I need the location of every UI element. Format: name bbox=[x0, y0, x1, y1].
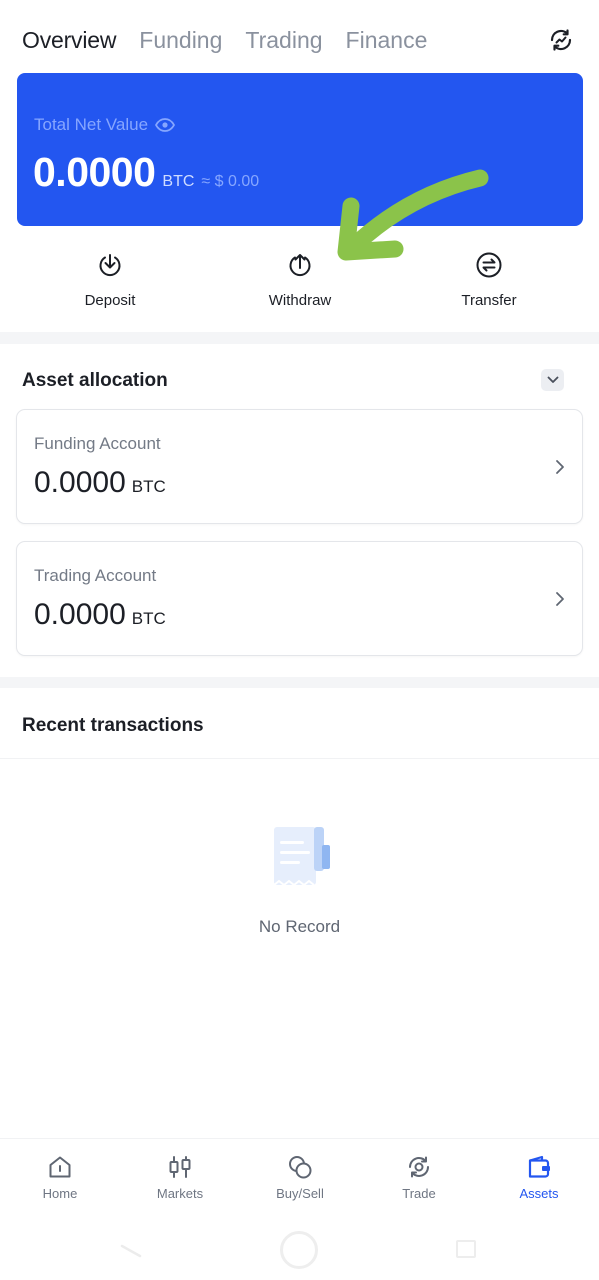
nav-assets[interactable]: Assets bbox=[489, 1153, 589, 1201]
tab-trading[interactable]: Trading bbox=[245, 27, 322, 54]
nav-assets-label: Assets bbox=[519, 1186, 559, 1201]
chevron-right-icon bbox=[552, 588, 568, 610]
withdraw-button[interactable]: Withdraw bbox=[240, 250, 360, 309]
transfer-icon bbox=[474, 250, 504, 280]
net-value-label: Total Net Value bbox=[34, 115, 149, 134]
nav-trade[interactable]: Trade bbox=[369, 1153, 469, 1201]
account-value: 0.0000 bbox=[34, 466, 126, 499]
transfer-button[interactable]: Transfer bbox=[429, 250, 549, 309]
quick-actions: Deposit Withdraw Transfer bbox=[0, 250, 599, 314]
section-divider bbox=[0, 332, 599, 344]
net-value-row: 0.0000 BTC ≈ $ 0.00 bbox=[33, 149, 259, 196]
net-value-unit: BTC bbox=[162, 173, 195, 190]
recent-transactions-title: Recent transactions bbox=[22, 715, 204, 736]
net-value-label-row: Total Net Value bbox=[34, 115, 176, 135]
chart-cycle-icon bbox=[550, 29, 572, 51]
chevron-right-icon bbox=[552, 456, 568, 478]
wallet-icon bbox=[525, 1153, 553, 1181]
back-icon[interactable] bbox=[120, 1244, 142, 1258]
asset-allocation-title: Asset allocation bbox=[22, 370, 168, 391]
eye-icon[interactable] bbox=[155, 118, 176, 132]
top-tabs: Overview Funding Trading Finance bbox=[22, 22, 577, 58]
deposit-button[interactable]: Deposit bbox=[50, 250, 170, 309]
account-unit: BTC bbox=[131, 609, 166, 628]
account-value-row: 0.0000 BTC bbox=[34, 466, 166, 500]
nav-trade-label: Trade bbox=[402, 1186, 436, 1201]
account-name: Funding Account bbox=[34, 434, 161, 453]
tab-overview[interactable]: Overview bbox=[22, 27, 116, 54]
account-name: Trading Account bbox=[34, 566, 157, 585]
bottom-nav: Home Markets Buy/Sell Trade Assets bbox=[0, 1138, 599, 1210]
trading-account-card[interactable]: Trading Account 0.0000 BTC bbox=[16, 541, 583, 656]
funding-account-card[interactable]: Funding Account 0.0000 BTC bbox=[16, 409, 583, 524]
nav-markets-label: Markets bbox=[156, 1186, 204, 1201]
divider bbox=[0, 758, 599, 759]
account-value-row: 0.0000 BTC bbox=[34, 598, 166, 632]
pnl-history-button[interactable] bbox=[545, 24, 577, 56]
transfer-label: Transfer bbox=[461, 292, 517, 309]
trade-cycle-icon bbox=[405, 1153, 433, 1181]
withdraw-label: Withdraw bbox=[268, 292, 332, 309]
empty-state-text: No Record bbox=[258, 917, 341, 936]
coins-icon bbox=[286, 1153, 314, 1181]
nav-markets[interactable]: Markets bbox=[130, 1153, 230, 1201]
nav-home[interactable]: Home bbox=[10, 1153, 110, 1201]
net-value-fiat: ≈ $ 0.00 bbox=[201, 173, 260, 190]
tab-funding[interactable]: Funding bbox=[139, 27, 222, 54]
net-value-amount: 0.0000 bbox=[33, 149, 156, 195]
account-unit: BTC bbox=[131, 477, 166, 496]
nav-buy-sell-label: Buy/Sell bbox=[276, 1186, 324, 1201]
download-icon bbox=[95, 250, 125, 280]
tab-finance[interactable]: Finance bbox=[346, 27, 428, 54]
recent-apps-icon[interactable] bbox=[456, 1240, 476, 1258]
collapse-button[interactable] bbox=[541, 369, 564, 391]
home-circle-icon[interactable] bbox=[280, 1231, 318, 1269]
account-value: 0.0000 bbox=[34, 598, 126, 631]
empty-receipt-icon bbox=[273, 827, 330, 887]
chevron-down-icon bbox=[547, 376, 558, 383]
candlestick-icon bbox=[166, 1153, 194, 1181]
upload-icon bbox=[285, 250, 315, 280]
section-divider bbox=[0, 677, 599, 688]
nav-buy-sell[interactable]: Buy/Sell bbox=[250, 1153, 350, 1201]
net-value-card: Total Net Value 0.0000 BTC ≈ $ 0.00 bbox=[17, 73, 583, 226]
system-nav-bar bbox=[0, 1212, 599, 1280]
deposit-label: Deposit bbox=[84, 292, 136, 309]
nav-home-label: Home bbox=[42, 1186, 78, 1201]
home-icon bbox=[46, 1153, 74, 1181]
